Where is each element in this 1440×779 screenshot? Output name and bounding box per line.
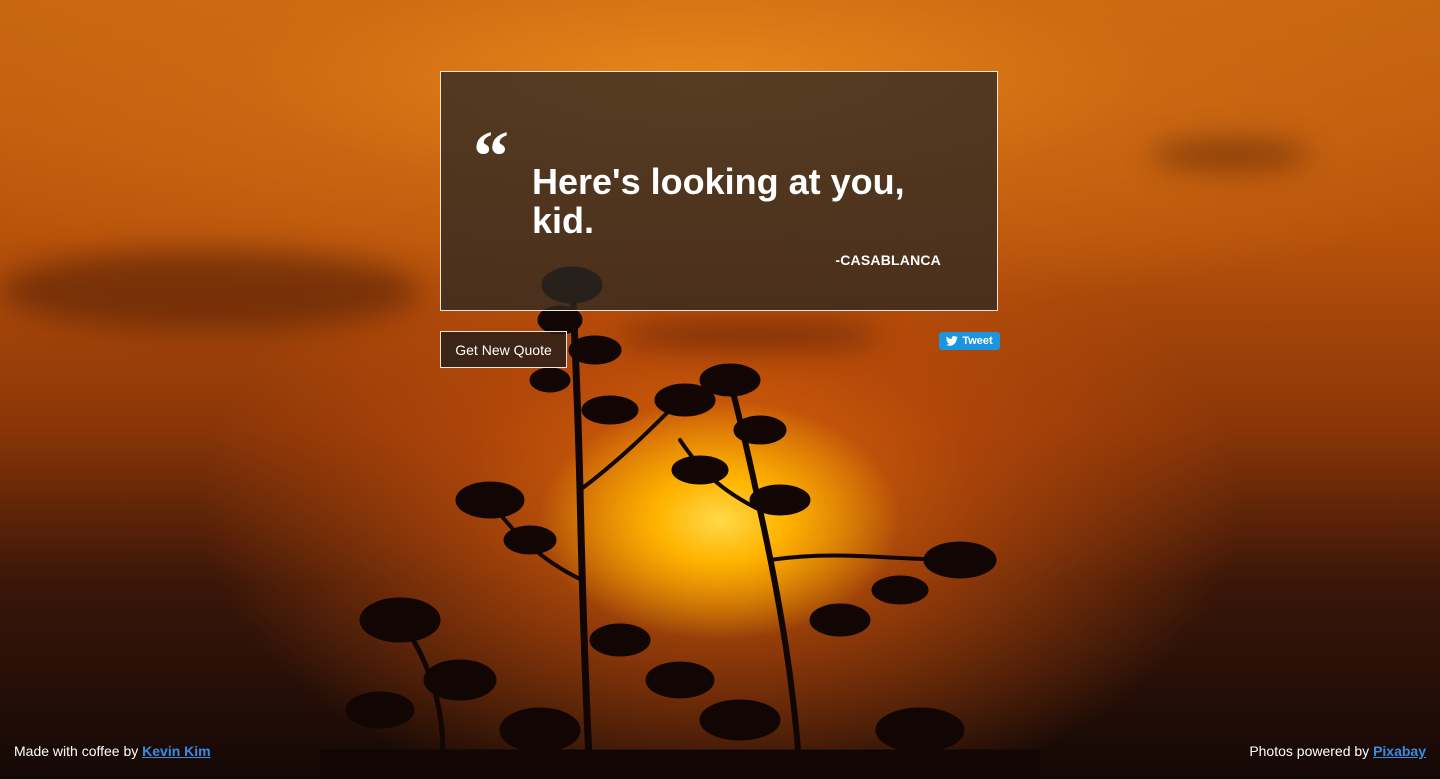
pixabay-link[interactable]: Pixabay xyxy=(1373,743,1426,759)
footer-credit: Made with coffee by Kevin Kim xyxy=(14,743,211,759)
quote-mark-icon: “ xyxy=(473,116,509,196)
footer-photo-credit: Photos powered by Pixabay xyxy=(1249,743,1426,759)
plant-silhouette xyxy=(320,266,1040,779)
twitter-bird-icon xyxy=(946,336,959,346)
footer-credit-text: Made with coffee by xyxy=(14,743,143,759)
quote-text: Here's looking at you, kid. xyxy=(532,161,905,241)
footer-photo-text: Photos powered by xyxy=(1249,743,1374,759)
tweet-button[interactable]: Tweet xyxy=(939,332,1000,350)
new-quote-button[interactable]: Get New Quote xyxy=(440,331,567,368)
author-link[interactable]: Kevin Kim xyxy=(142,743,210,759)
cloud xyxy=(1150,140,1310,170)
tweet-label: Tweet xyxy=(962,335,993,347)
quote-box: “ Here's looking at you, kid. -CASABLANC… xyxy=(440,71,998,311)
quote-author: -CASABLANCA xyxy=(835,252,941,268)
